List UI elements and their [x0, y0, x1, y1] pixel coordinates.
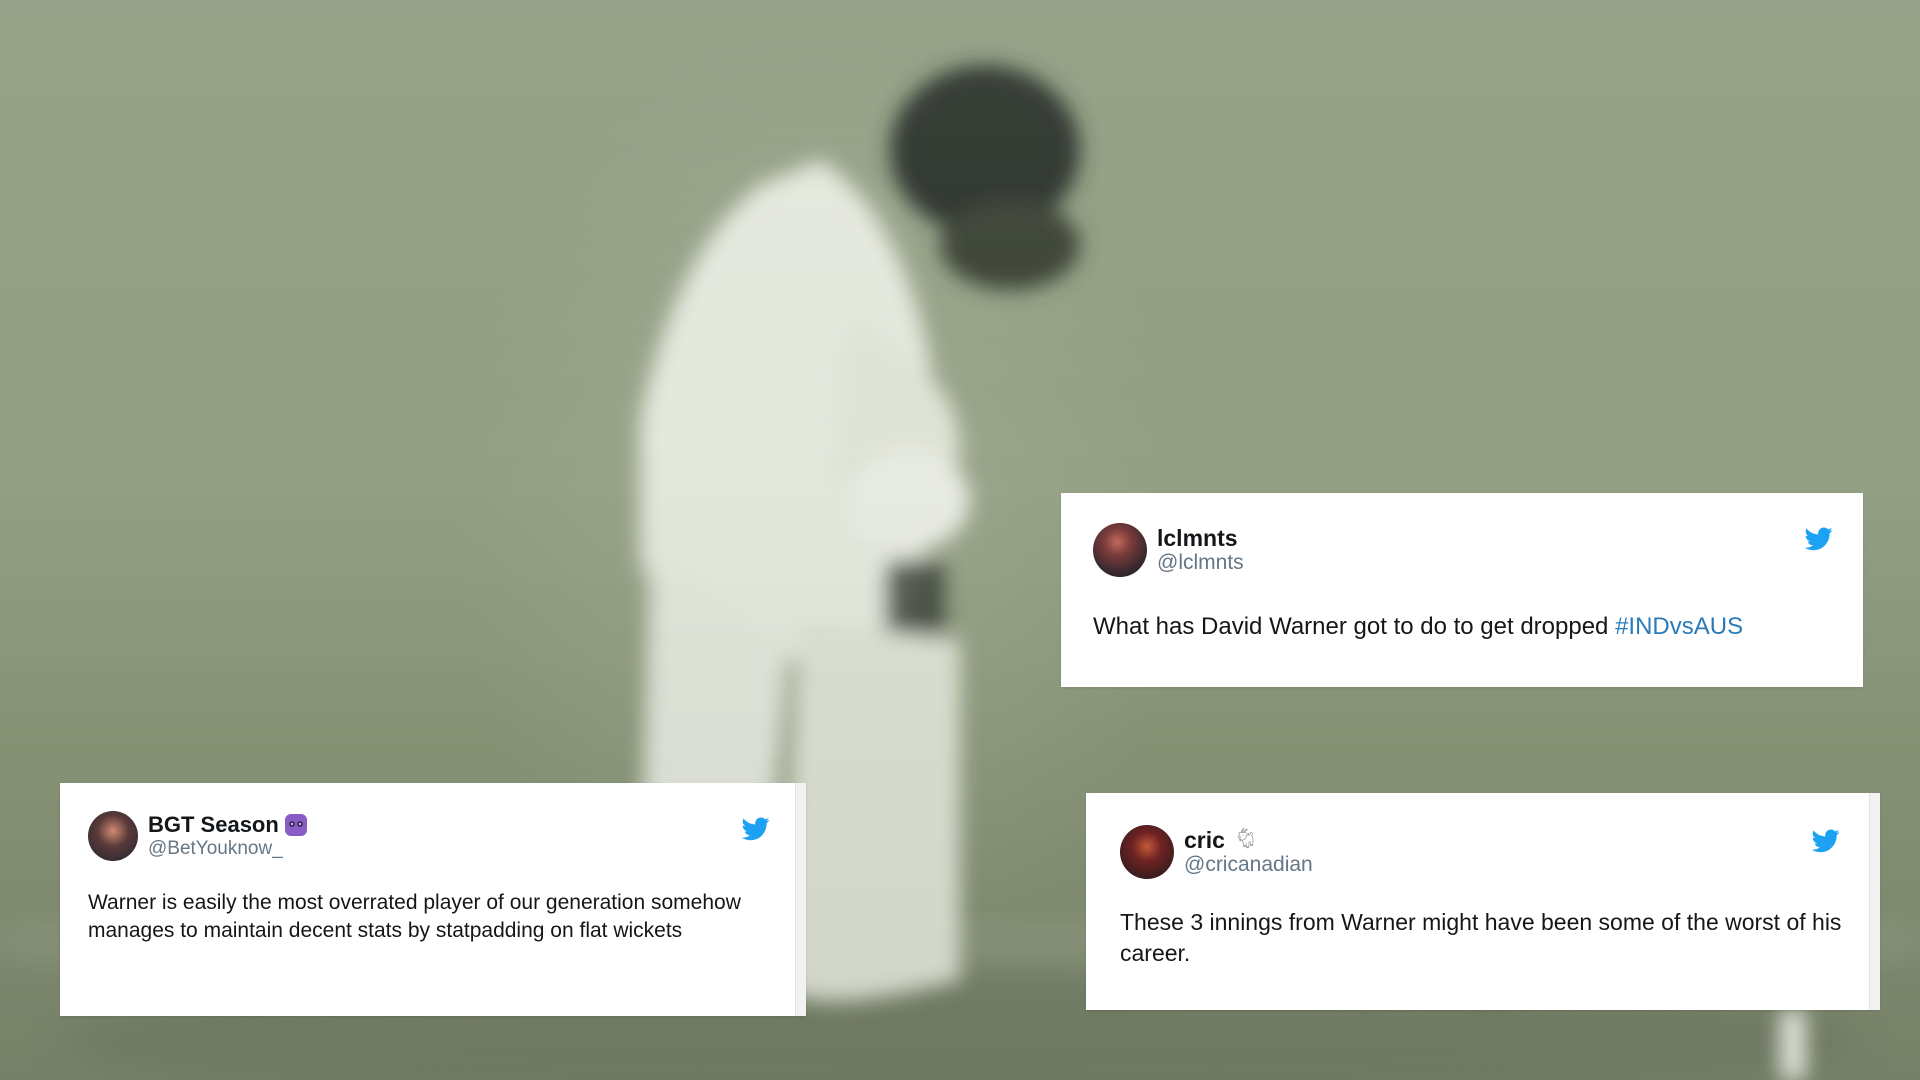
display-name-text[interactable]: lclmnts: [1157, 525, 1238, 551]
avatar[interactable]: [88, 811, 138, 861]
tweet-header: cric 🐐︎ @cricanadian: [1120, 825, 1846, 879]
hashtag-link[interactable]: #INDvsAUS: [1615, 613, 1743, 640]
display-name-text[interactable]: cric: [1184, 827, 1225, 853]
tweet-author: lclmnts @lclmnts: [1157, 525, 1244, 576]
tweet-card-cricanadian[interactable]: cric 🐐︎ @cricanadian These 3 innings fro…: [1086, 793, 1880, 1010]
twitter-bird-icon[interactable]: [1812, 829, 1840, 853]
tweet-card-lclmnts[interactable]: lclmnts @lclmnts What has David Warner g…: [1061, 493, 1863, 687]
tweet-card-betyouknow[interactable]: BGT Season @BetYouknow_ Warner is easily…: [60, 783, 806, 1016]
tweet-author: BGT Season @BetYouknow_: [148, 812, 307, 859]
display-name-text[interactable]: BGT Season: [148, 812, 279, 837]
tweet-author: cric 🐐︎ @cricanadian: [1184, 827, 1313, 878]
tweet-body: What has David Warner got to do to get d…: [1093, 613, 1616, 640]
twitter-bird-icon[interactable]: [742, 817, 770, 841]
goat-emoji-icon: 🐐︎: [1232, 828, 1259, 851]
tweet-header: BGT Season @BetYouknow_: [88, 811, 778, 861]
avatar[interactable]: [1120, 825, 1174, 879]
owl-emoji-icon: [284, 814, 307, 837]
display-name[interactable]: cric 🐐︎: [1184, 827, 1313, 853]
tweet-text: These 3 innings from Warner might have b…: [1120, 909, 1842, 967]
handle[interactable]: @cricanadian: [1184, 853, 1313, 877]
display-name[interactable]: lclmnts: [1157, 525, 1244, 551]
twitter-bird-icon[interactable]: [1805, 527, 1833, 551]
display-name[interactable]: BGT Season: [148, 812, 307, 837]
tweet-text: What has David Warner got to do to get d…: [1093, 611, 1831, 643]
avatar[interactable]: [1093, 523, 1147, 577]
tweet-text: Warner is easily the most overrated play…: [88, 891, 741, 943]
handle[interactable]: @lclmnts: [1157, 551, 1244, 575]
handle[interactable]: @BetYouknow_: [148, 838, 307, 860]
tweet-header: lclmnts @lclmnts: [1093, 523, 1831, 577]
